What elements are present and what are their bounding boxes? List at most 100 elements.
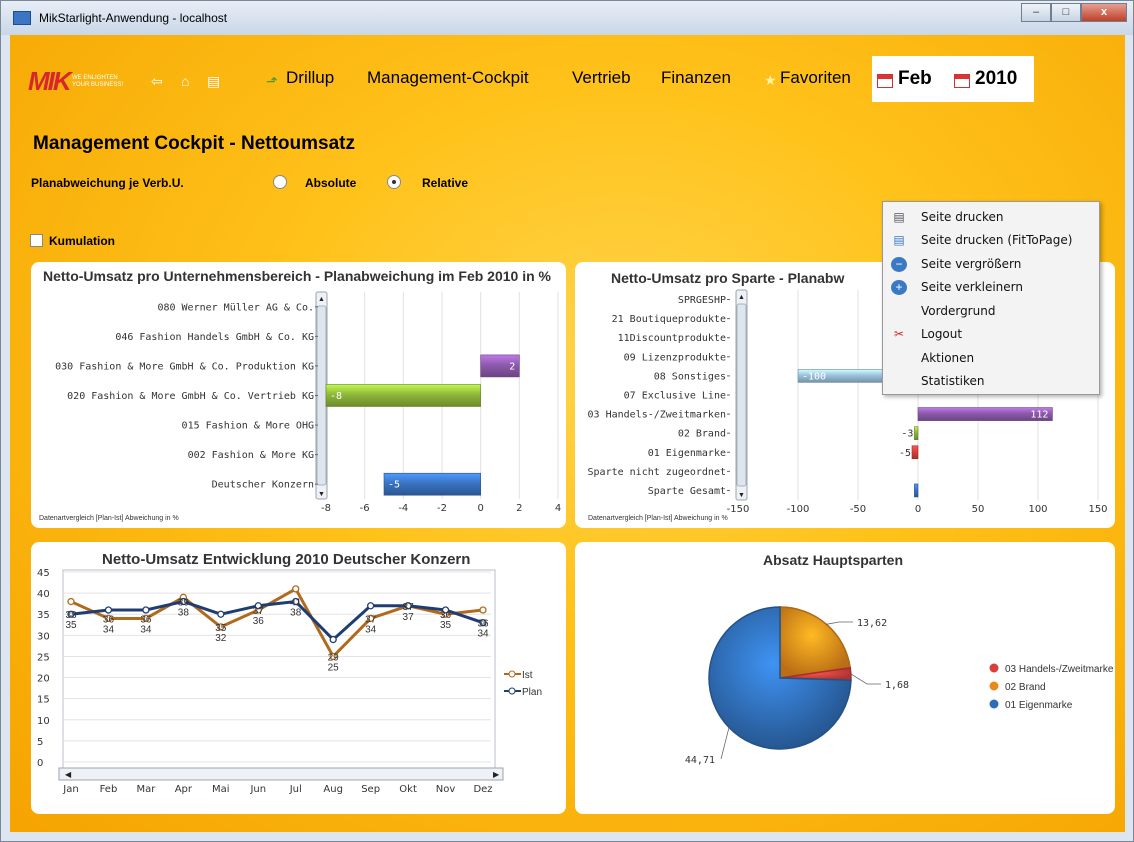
x-tick-label: -2 <box>437 503 447 514</box>
legend-label: Plan <box>522 687 542 698</box>
data-label: 37 <box>403 612 415 623</box>
data-label: 38 <box>65 610 77 621</box>
app-content: MIK WE ENLIGHTEN YOUR BUSINESS! ⇦ ⌂ ▤ ⬏ … <box>10 35 1125 832</box>
data-label: 41 <box>290 598 302 609</box>
menu-item-logout[interactable]: ✂ Logout <box>883 323 1099 346</box>
minimize-button[interactable]: – <box>1021 3 1051 22</box>
nav-favoriten[interactable]: Favoriten <box>780 68 851 88</box>
drillup-icon[interactable]: ⬏ <box>266 73 278 90</box>
menu-item-vordergrund[interactable]: Vordergrund <box>883 300 1099 323</box>
year-selector[interactable]: 2010 <box>975 68 1017 90</box>
y-tick-label: 45 <box>37 568 50 579</box>
radio-absolute[interactable] <box>273 175 287 189</box>
category-label: 08 Sonstiges <box>654 371 726 382</box>
x-tick-label: Dez <box>473 784 492 795</box>
x-tick-label: -4 <box>398 503 408 514</box>
data-label: 36 <box>253 616 265 627</box>
data-label: 36 <box>140 614 152 625</box>
x-tick-label: -8 <box>321 503 331 514</box>
scissors-icon: ✂ <box>893 327 905 341</box>
nav-drillup[interactable]: Drillup <box>286 68 334 88</box>
app-icon <box>13 11 31 25</box>
legend-label: 01 Eigenmarke <box>1005 700 1073 711</box>
category-label: Sparte Gesamt <box>648 486 726 497</box>
data-label: 36 <box>103 614 115 625</box>
category-label: 046 Fashion Handels GmbH & Co. KG <box>115 332 314 343</box>
maximize-button[interactable]: □ <box>1051 3 1081 22</box>
y-tick-label: 25 <box>37 652 50 663</box>
scroll-down-arrow: ▼ <box>318 491 325 498</box>
bar <box>914 483 919 498</box>
plot-area <box>62 569 496 781</box>
x-tick-label: Mar <box>136 784 156 795</box>
scroll-up-arrow: ▲ <box>738 294 745 301</box>
data-label: 44,71 <box>685 755 715 766</box>
menu-item-aktionen[interactable]: Aktionen <box>883 347 1099 370</box>
radio-relative-label[interactable]: Relative <box>422 176 468 190</box>
data-label: 36 <box>440 610 452 621</box>
x-tick-label: Mai <box>212 784 230 795</box>
data-label: 36 <box>477 619 489 630</box>
nav-management-cockpit[interactable]: Management-Cockpit <box>367 68 529 88</box>
radio-absolute-label[interactable]: Absolute <box>305 176 356 190</box>
category-label: 11Discountprodukte <box>618 333 726 344</box>
category-label: 002 Fashion & More KG <box>188 450 314 461</box>
nav-vertrieb[interactable]: Vertrieb <box>572 68 631 88</box>
data-label: 37 <box>403 602 415 613</box>
data-label: 112 <box>1030 410 1048 421</box>
home-icon[interactable]: ⌂ <box>181 73 189 89</box>
chart-panel-unternehmensbereich: Netto-Umsatz pro Unternehmensbereich - P… <box>31 262 566 528</box>
month-selector[interactable]: Feb <box>898 68 932 90</box>
x-tick-label: 100 <box>1028 504 1047 515</box>
category-label: Deutscher Konzern <box>212 480 314 491</box>
data-label: 35 <box>215 623 227 634</box>
radio-relative[interactable] <box>387 175 401 189</box>
menu-item-seite-drucken-fittopage[interactable]: ▤ Seite drucken (FitToPage) <box>883 229 1099 252</box>
star-icon: ★ <box>764 72 777 88</box>
kumulation-label[interactable]: Kumulation <box>49 234 115 248</box>
menu-item-seite-vergroessern[interactable]: − Seite vergrößern <box>883 253 1099 276</box>
x-tick-label: 0 <box>477 503 483 514</box>
printer-icon[interactable]: ▤ <box>207 73 220 90</box>
window-title: MikStarlight-Anwendung - localhost <box>39 11 228 25</box>
data-point <box>67 597 75 606</box>
toolbar: MIK WE ENLIGHTEN YOUR BUSINESS! ⇦ ⌂ ▤ ⬏ … <box>10 35 1125 115</box>
line-chart-entwicklung: 0 5 10 15 20 25 30 35 40 45 Jan Feb Mar Apr Mai Jun Jul A… <box>37 568 542 795</box>
calendar-icon[interactable] <box>877 74 893 88</box>
category-label: 015 Fashion & More OHG <box>182 421 314 432</box>
data-label: -3 <box>901 429 913 440</box>
bar <box>325 384 481 407</box>
y-tick-label: 35 <box>37 610 50 621</box>
legend-label: Ist <box>522 670 533 681</box>
legend-label: 02 Brand <box>1005 682 1046 693</box>
x-tick-label: Feb <box>100 784 118 795</box>
back-arrow-icon[interactable]: ⇦ <box>151 73 163 90</box>
scrollbar <box>58 767 504 781</box>
zoom-out-icon: + <box>891 280 907 295</box>
bar <box>911 445 919 460</box>
company-logo: MIK WE ENLIGHTEN YOUR BUSINESS! <box>28 66 124 96</box>
category-label: Sparte nicht zugeordnet <box>588 467 726 478</box>
legend-label: 03 Handels-/Zweitmarke <box>1005 664 1114 675</box>
x-tick-label: Sep <box>361 784 380 795</box>
nav-finanzen[interactable]: Finanzen <box>661 68 731 88</box>
legend-marker <box>508 670 516 678</box>
x-tick-label: Jan <box>62 784 78 795</box>
close-button[interactable]: x <box>1081 3 1127 22</box>
calendar-icon[interactable] <box>954 74 970 88</box>
menu-item-statistiken[interactable]: Statistiken <box>883 370 1099 393</box>
data-label: -5 <box>388 480 400 491</box>
data-label: 13,62 <box>857 618 887 629</box>
y-tick-label: 0 <box>37 758 43 769</box>
y-tick-label: 5 <box>37 737 43 748</box>
title-bar: MikStarlight-Anwendung - localhost – □ x <box>1 1 1133 35</box>
scrollbar-thumb <box>316 305 327 486</box>
y-tick-label: 10 <box>37 716 50 727</box>
kumulation-checkbox[interactable] <box>30 234 43 247</box>
menu-item-seite-verkleinern[interactable]: + Seite verkleinern <box>883 276 1099 299</box>
data-label: 34 <box>140 624 152 635</box>
menu-item-seite-drucken[interactable]: ▤ Seite drucken <box>883 206 1099 229</box>
context-menu: ▤ Seite drucken ▤ Seite drucken (FitToPage… <box>882 201 1100 395</box>
data-point <box>142 606 150 614</box>
data-label: 34 <box>103 624 115 635</box>
